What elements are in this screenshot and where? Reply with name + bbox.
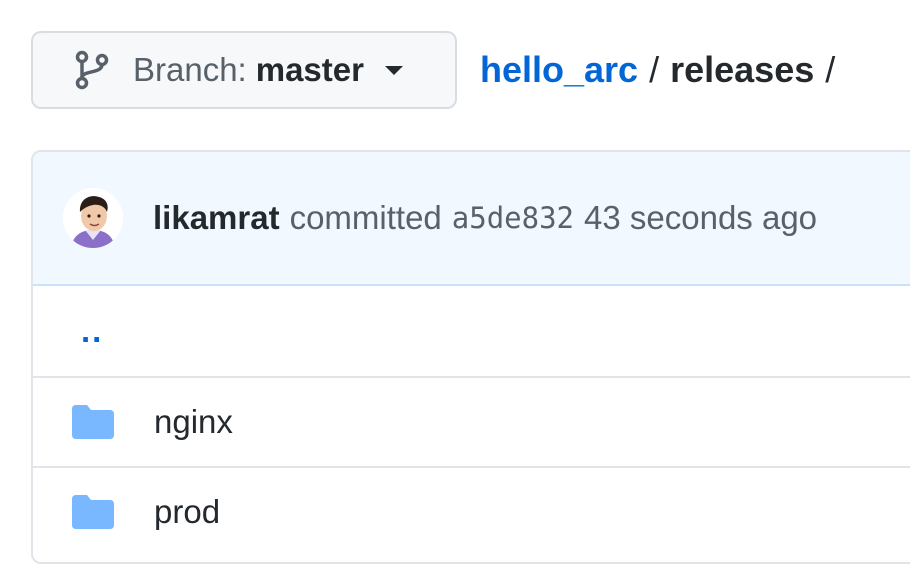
breadcrumb-trailing-separator: /	[825, 49, 836, 90]
parent-directory-row[interactable]: ..	[33, 286, 910, 376]
file-name-link[interactable]: prod	[154, 493, 220, 531]
folder-icon	[72, 495, 114, 529]
branch-prefix-label: Branch:	[133, 51, 247, 88]
branch-select-button[interactable]: Branch: master	[31, 31, 457, 109]
git-branch-icon	[75, 50, 109, 90]
list-item[interactable]: prod	[33, 466, 910, 556]
commit-time-label: 43 seconds ago	[584, 199, 818, 236]
breadcrumb-current-path: releases	[670, 49, 815, 90]
file-list-box: likamrat committed a5de832 43 seconds ag…	[31, 150, 910, 564]
repo-navigation-bar: Branch: master hello_arc / releases /	[31, 31, 846, 109]
list-item[interactable]: nginx	[33, 376, 910, 466]
folder-icon	[72, 405, 114, 439]
branch-name-label: master	[255, 51, 364, 88]
commit-sha-link[interactable]: a5de832	[452, 201, 574, 235]
breadcrumb-repo-link[interactable]: hello_arc	[480, 49, 638, 91]
breadcrumb: hello_arc / releases /	[480, 49, 846, 91]
avatar[interactable]	[63, 188, 123, 248]
file-name-link[interactable]: nginx	[154, 403, 233, 441]
caret-down-icon	[384, 64, 403, 76]
breadcrumb-separator: /	[649, 49, 660, 90]
parent-directory-link[interactable]: ..	[81, 312, 103, 350]
latest-commit-bar: likamrat committed a5de832 43 seconds ag…	[33, 152, 910, 286]
commit-verb-label: committed	[289, 199, 442, 236]
commit-author-link[interactable]: likamrat	[153, 199, 280, 237]
